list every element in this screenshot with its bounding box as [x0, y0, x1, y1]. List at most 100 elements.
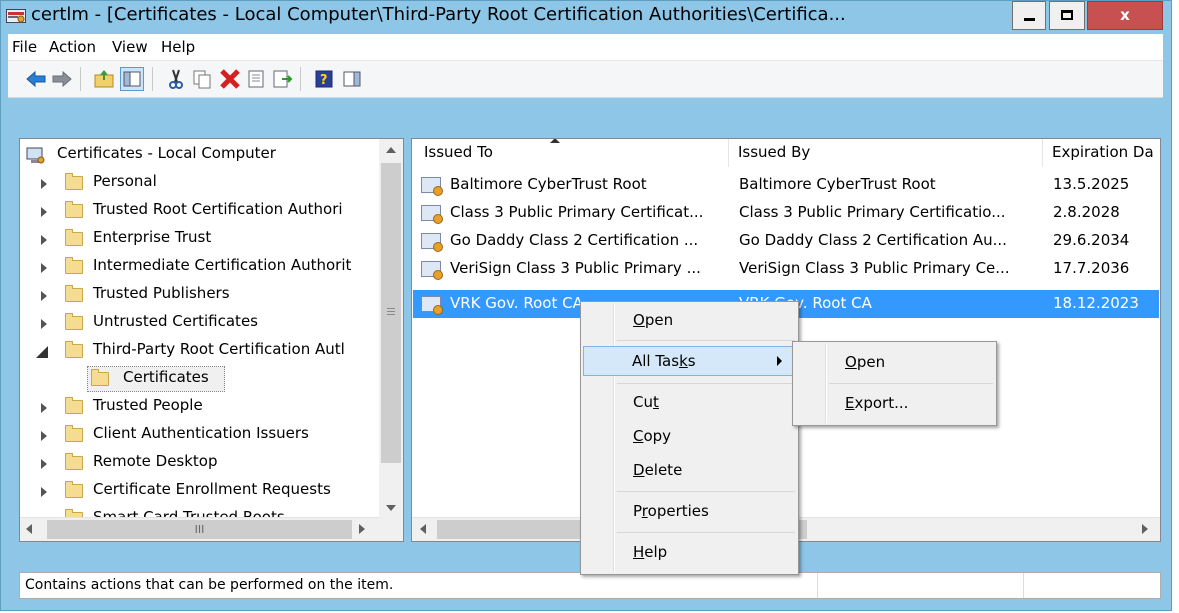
scroll-left-icon[interactable] [420, 524, 426, 534]
minimize-button[interactable] [1012, 1, 1046, 30]
back-icon[interactable] [24, 67, 48, 91]
copy-icon[interactable] [190, 67, 214, 91]
folder-icon [65, 425, 83, 442]
tree-item-label: Certificates [123, 368, 209, 386]
column-header-expiration[interactable]: Expiration Da [1052, 143, 1154, 161]
cut-icon[interactable] [164, 67, 188, 91]
cell-expiration: 2.8.2028 [1053, 203, 1120, 221]
scroll-down-icon[interactable] [386, 505, 396, 511]
minimize-icon [1024, 18, 1035, 21]
computer-icon [26, 147, 45, 164]
delete-icon[interactable] [218, 67, 242, 91]
expand-arrow-icon[interactable] [41, 235, 47, 245]
folder-icon [91, 369, 109, 386]
properties-icon[interactable] [244, 67, 268, 91]
cell-expiration: 17.7.2036 [1053, 259, 1130, 277]
context-menu-help[interactable]: Help [583, 538, 796, 568]
maximize-button[interactable] [1049, 1, 1085, 30]
menu-help[interactable]: Help [161, 38, 195, 56]
cell-issued-by: Go Daddy Class 2 Certification Au... [739, 231, 1007, 249]
expand-arrow-icon[interactable] [41, 263, 47, 273]
tree-item-label: Third-Party Root Certification Autl [93, 340, 345, 358]
folder-icon [65, 481, 83, 498]
column-header-issued-by[interactable]: Issued By [738, 143, 810, 161]
tree-item-label: Personal [93, 172, 157, 190]
collapse-arrow-icon[interactable] [36, 346, 48, 358]
table-row[interactable]: Class 3 Public Primary Certificat... Cla… [413, 199, 1159, 227]
sort-ascending-icon [550, 139, 560, 143]
status-text: Contains actions that can be performed o… [25, 577, 394, 593]
expand-arrow-icon[interactable] [41, 431, 47, 441]
tree-item-label: Enterprise Trust [93, 228, 212, 246]
context-menu-properties[interactable]: Properties [583, 497, 796, 527]
tree-item-untrusted[interactable]: Untrusted Certificates [20, 310, 380, 338]
scroll-up-icon[interactable] [386, 147, 396, 153]
tree-item-label: Untrusted Certificates [93, 312, 258, 330]
expand-arrow-icon[interactable] [41, 459, 47, 469]
table-row[interactable]: VeriSign Class 3 Public Primary ... Veri… [413, 255, 1159, 283]
scroll-left-icon[interactable] [26, 524, 32, 534]
tree-item-certificates[interactable]: Certificates [20, 366, 380, 394]
tree-item-enrollment[interactable]: Certificate Enrollment Requests [20, 478, 380, 506]
tree-item-client-auth[interactable]: Client Authentication Issuers [20, 422, 380, 450]
tree-item-remote-desktop[interactable]: Remote Desktop [20, 450, 380, 478]
column-header-issued-to[interactable]: Issued To [424, 143, 493, 161]
tree-item-personal[interactable]: Personal [20, 170, 380, 198]
expand-arrow-icon[interactable] [41, 207, 47, 217]
close-button[interactable]: x [1087, 1, 1163, 30]
tree-root[interactable]: Certificates - Local Computer [20, 142, 380, 170]
forward-icon[interactable] [50, 67, 74, 91]
help-icon[interactable]: ? [312, 67, 336, 91]
context-menu-copy[interactable]: Copy [583, 422, 796, 452]
show-hide-tree-icon[interactable] [120, 67, 144, 91]
all-tasks-submenu: Open Export... [792, 341, 997, 426]
tree-item-trusted-root[interactable]: Trusted Root Certification Authori [20, 198, 380, 226]
folder-open-icon [65, 341, 83, 358]
submenu-export[interactable]: Export... [795, 389, 994, 419]
tree-root-label: Certificates - Local Computer [57, 144, 276, 162]
certificate-icon [421, 177, 443, 196]
certificate-icon [421, 205, 443, 224]
scroll-thumb[interactable]: III [47, 520, 352, 539]
table-row[interactable]: Go Daddy Class 2 Certification ... Go Da… [413, 227, 1159, 255]
expand-arrow-icon[interactable] [41, 291, 47, 301]
up-folder-icon[interactable] [92, 67, 116, 91]
cell-expiration: 29.6.2034 [1053, 231, 1130, 249]
cell-expiration: 13.5.2025 [1053, 175, 1130, 193]
cell-expiration: 18.12.2023 [1053, 294, 1139, 312]
status-bar: Contains actions that can be performed o… [19, 572, 1161, 599]
expand-arrow-icon[interactable] [41, 179, 47, 189]
certificate-icon [421, 261, 443, 280]
folder-icon [65, 397, 83, 414]
submenu-open[interactable]: Open [795, 348, 994, 378]
action-pane-icon[interactable] [340, 67, 364, 91]
tree-item-trusted-publishers[interactable]: Trusted Publishers [20, 282, 380, 310]
expand-arrow-icon[interactable] [41, 319, 47, 329]
scroll-right-icon[interactable] [359, 524, 365, 534]
scroll-right-icon[interactable] [1142, 524, 1148, 534]
tree-item-intermediate[interactable]: Intermediate Certification Authorit [20, 254, 380, 282]
menu-bar: File Action View Help [8, 34, 1163, 60]
context-menu-all-tasks[interactable]: All Tasks [583, 346, 796, 376]
tree-item-trusted-people[interactable]: Trusted People [20, 394, 380, 422]
cell-issued-by: VeriSign Class 3 Public Primary Ce... [739, 259, 1010, 277]
folder-icon [65, 173, 83, 190]
menu-file[interactable]: File [12, 38, 37, 56]
tree-item-label: Trusted Root Certification Authori [93, 200, 343, 218]
expand-arrow-icon[interactable] [41, 487, 47, 497]
tree-horizontal-scrollbar[interactable]: III [20, 517, 403, 541]
title-bar[interactable]: certlm - [Certificates - Local Computer\… [0, 0, 1172, 32]
context-menu-cut[interactable]: Cut [583, 388, 796, 418]
tree-item-label: Intermediate Certification Authorit [93, 256, 352, 274]
menu-action[interactable]: Action [49, 38, 96, 56]
tree-vertical-scrollbar[interactable] [379, 139, 403, 517]
expand-arrow-icon[interactable] [41, 403, 47, 413]
export-list-icon[interactable] [270, 67, 294, 91]
context-menu-delete[interactable]: Delete [583, 456, 796, 486]
table-row[interactable]: Baltimore CyberTrust Root Baltimore Cybe… [413, 171, 1159, 199]
tree-item-third-party-root[interactable]: Third-Party Root Certification Autl [20, 338, 380, 366]
menu-view[interactable]: View [112, 38, 148, 56]
tree-item-enterprise-trust[interactable]: Enterprise Trust [20, 226, 380, 254]
scroll-thumb[interactable] [381, 163, 401, 463]
context-menu-open[interactable]: Open [583, 306, 796, 336]
